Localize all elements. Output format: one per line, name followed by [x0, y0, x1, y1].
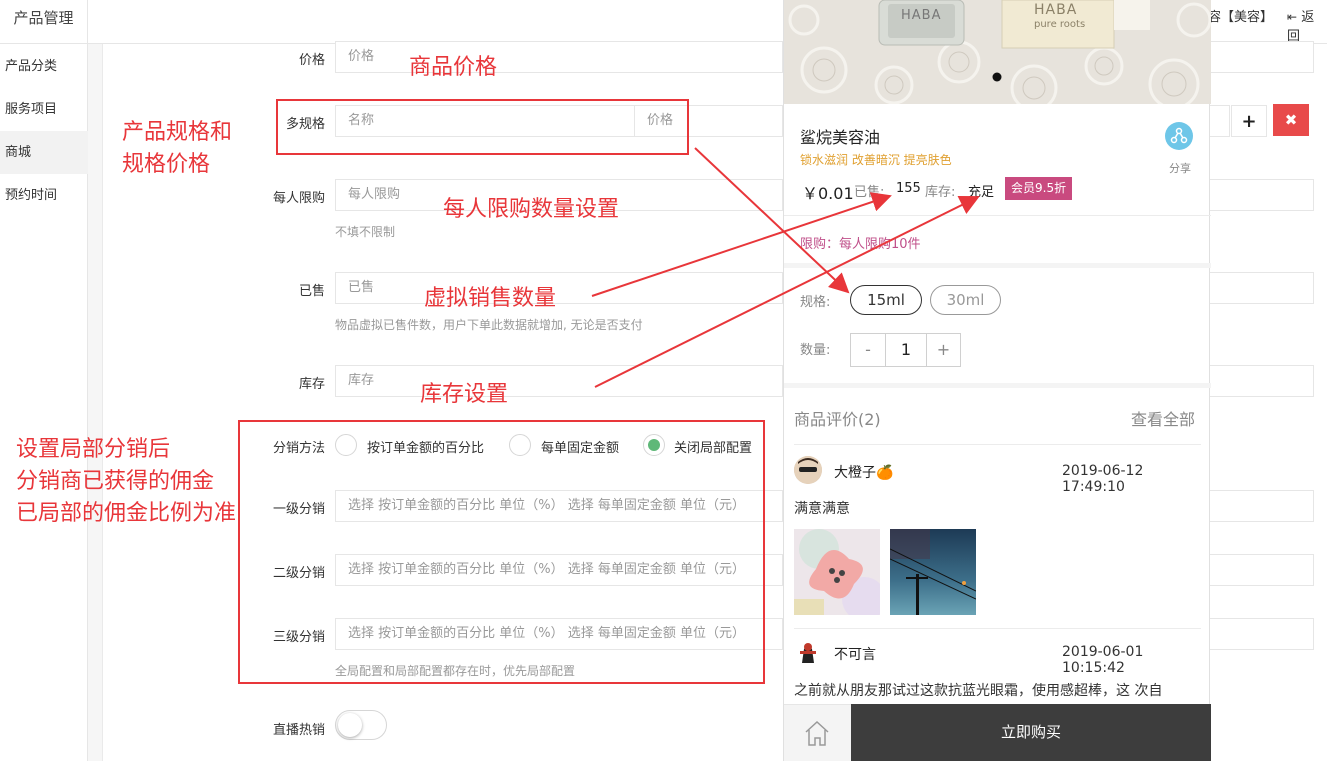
arrow-stock	[594, 196, 980, 388]
arrow-sold	[591, 192, 892, 297]
annotation-arrows	[591, 147, 980, 388]
arrow-spec	[694, 147, 850, 294]
